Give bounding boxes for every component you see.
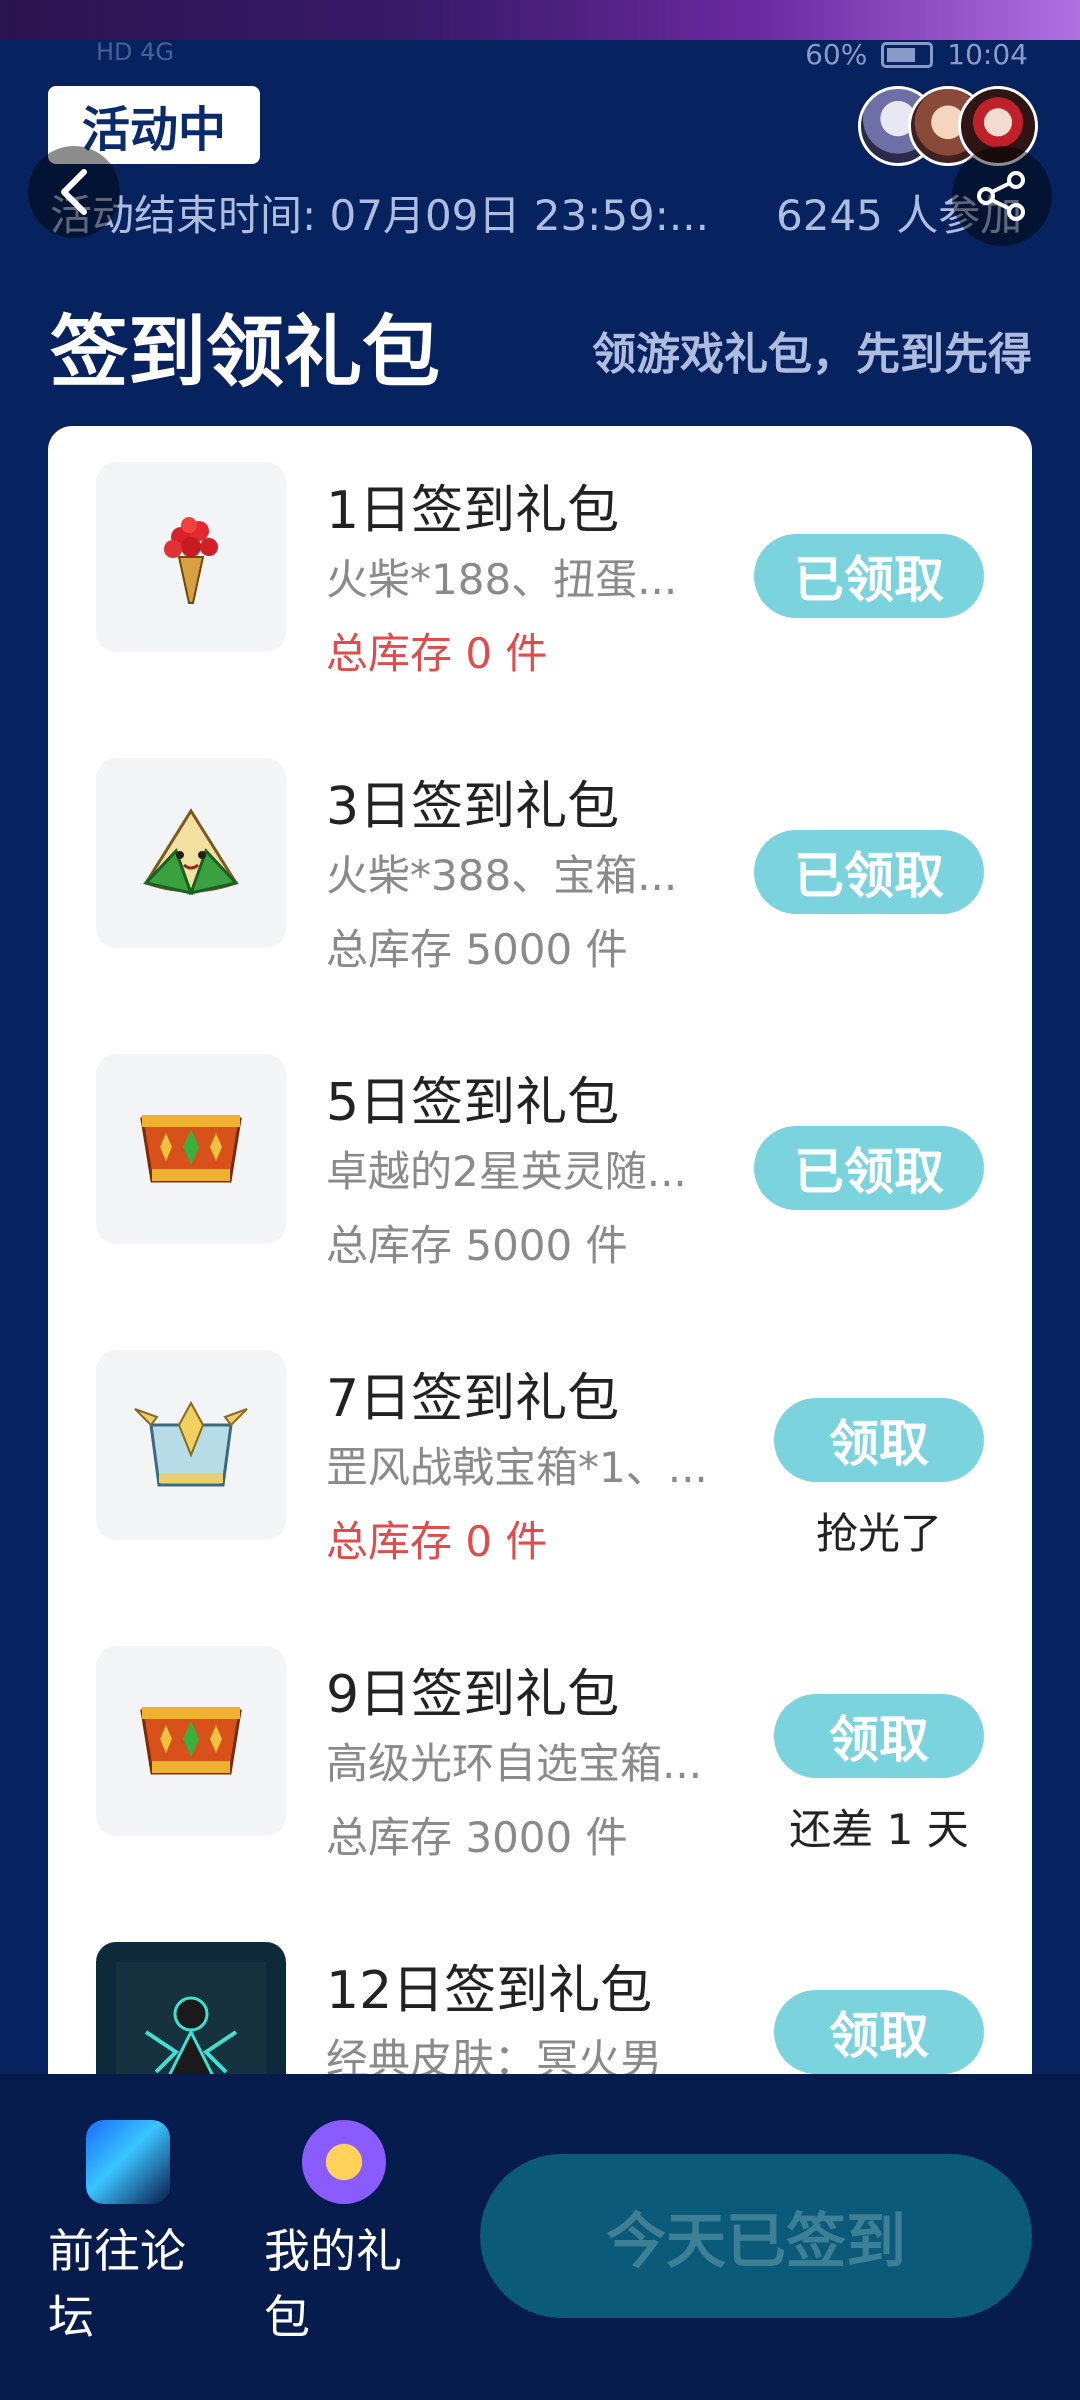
gift-thumbnail xyxy=(96,1054,286,1244)
my-gifts-label: 我的礼包 xyxy=(264,2224,402,2344)
share-icon xyxy=(977,171,1025,221)
gift-icon xyxy=(302,2120,386,2204)
treasure-chest-icon xyxy=(140,1707,242,1775)
claim-button[interactable]: 领取 xyxy=(774,1694,984,1778)
gift-stock: 总库存 0 件 xyxy=(326,1517,548,1566)
gift-desc: 高级光环自选宝箱... xyxy=(326,1739,703,1788)
gift-desc: 罡风战戟宝箱*1、... xyxy=(326,1443,708,1492)
claimed-button[interactable]: 已领取 xyxy=(754,534,984,618)
gift-desc: 卓越的2星英灵随... xyxy=(326,1147,687,1196)
gift-desc: 火柴*188、扭蛋... xyxy=(326,555,678,604)
status-right: 60% 10:04 xyxy=(805,38,1028,71)
forum-icon xyxy=(86,2120,170,2204)
gift-desc: 火柴*388、宝箱... xyxy=(326,851,678,900)
battery-icon xyxy=(881,41,934,68)
gift-stock: 总库存 0 件 xyxy=(326,629,548,678)
chevron-left-icon xyxy=(61,169,87,215)
treasure-chest-icon xyxy=(140,1115,242,1183)
gift-name: 7日签到礼包 xyxy=(326,1369,620,1429)
winged-chest-icon xyxy=(134,1400,248,1487)
gift-row[interactable]: 1日签到礼包 火柴*188、扭蛋... 总库存 0 件 已领取 xyxy=(48,426,1032,722)
gift-name: 5日签到礼包 xyxy=(326,1073,620,1133)
claim-status-note: 抢光了 xyxy=(815,1509,942,1558)
gift-thumbnail xyxy=(96,462,286,652)
gift-list-card: 1日签到礼包 火柴*188、扭蛋... 总库存 0 件 已领取 3日签到礼包 火… xyxy=(48,426,1032,2126)
my-gifts-link[interactable]: 我的礼包 xyxy=(264,2120,414,2350)
gift-stock: 总库存 3000 件 xyxy=(326,1813,628,1862)
gift-name: 12日签到礼包 xyxy=(326,1961,653,2021)
battery-percent: 60% xyxy=(805,38,868,71)
share-button[interactable] xyxy=(952,146,1052,246)
gift-thumbnail xyxy=(96,1646,286,1836)
gift-thumbnail xyxy=(96,1350,286,1540)
gift-row[interactable]: 9日签到礼包 高级光环自选宝箱... 总库存 3000 件 领取 还差 1 天 xyxy=(48,1610,1032,1906)
flower-bouquet-icon xyxy=(164,517,218,604)
gift-stock: 总库存 5000 件 xyxy=(326,1221,628,1270)
gift-stock: 总库存 5000 件 xyxy=(326,925,628,974)
gift-name: 1日签到礼包 xyxy=(326,481,620,541)
gift-row[interactable]: 5日签到礼包 卓越的2星英灵随... 总库存 5000 件 已领取 xyxy=(48,1018,1032,1314)
gift-row[interactable]: 7日签到礼包 罡风战戟宝箱*1、... 总库存 0 件 领取 抢光了 xyxy=(48,1314,1032,1610)
signed-in-button[interactable]: 今天已签到 xyxy=(480,2154,1032,2318)
gift-name: 3日签到礼包 xyxy=(326,777,620,837)
page: HD 4G 60% 10:04 活动中 活动结束时间: 07月09日 23:59… xyxy=(0,0,1080,2400)
claim-button[interactable]: 领取 xyxy=(774,1398,984,1482)
gift-name: 9日签到礼包 xyxy=(326,1665,620,1725)
claimed-button[interactable]: 已领取 xyxy=(754,1126,984,1210)
forum-link[interactable]: 前往论坛 xyxy=(48,2120,198,2350)
network-indicator: HD 4G xyxy=(96,38,175,66)
back-button[interactable] xyxy=(28,146,120,238)
gift-thumbnail xyxy=(96,758,286,948)
forum-label: 前往论坛 xyxy=(48,2224,186,2344)
section-subtitle: 领游戏礼包，先到先得 xyxy=(592,329,1032,380)
top-banner xyxy=(0,0,1080,40)
claimed-button[interactable]: 已领取 xyxy=(754,830,984,914)
rice-dumpling-icon xyxy=(143,808,239,896)
gift-row[interactable]: 3日签到礼包 火柴*388、宝箱... 总库存 5000 件 已领取 xyxy=(48,722,1032,1018)
status-bar: HD 4G 60% 10:04 xyxy=(0,38,1080,74)
activity-end-time: 活动结束时间: 07月09日 23:59:... xyxy=(50,191,709,240)
claim-status-note: 还差 1 天 xyxy=(789,1805,969,1854)
section-title: 签到领礼包 xyxy=(50,308,441,398)
claim-button[interactable]: 领取 xyxy=(774,1990,984,2074)
clock: 10:04 xyxy=(947,38,1028,71)
